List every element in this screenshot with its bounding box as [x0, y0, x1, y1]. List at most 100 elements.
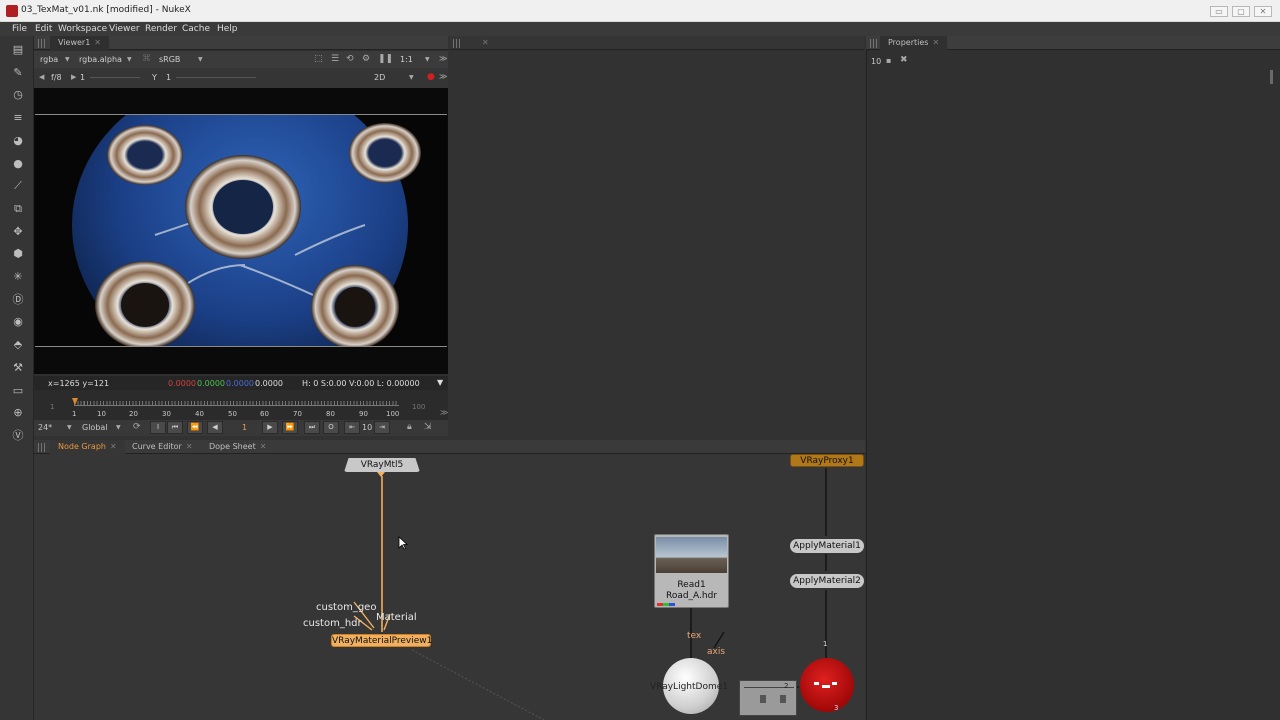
menu-workspace[interactable]: Workspace: [58, 24, 107, 34]
pane-grip-icon[interactable]: [870, 39, 877, 48]
close-tab-icon[interactable]: ✕: [186, 442, 193, 451]
link-icon[interactable]: ⌘: [142, 54, 151, 64]
gain-field[interactable]: 1: [80, 73, 85, 82]
menu-render[interactable]: Render: [145, 24, 177, 34]
image-icon[interactable]: ▤: [11, 43, 25, 57]
toolsets-icon[interactable]: ⚒: [11, 361, 25, 375]
more-icon[interactable]: ≫: [439, 72, 447, 81]
node-read1[interactable]: Read1 Road_A.hdr: [654, 534, 729, 608]
menu-viewer[interactable]: Viewer: [109, 24, 140, 34]
pane-grip-icon[interactable]: [38, 39, 45, 48]
skip-forward-button[interactable]: ⇥: [374, 421, 390, 434]
other-icon[interactable]: ▭: [11, 384, 25, 398]
lock-icon[interactable]: 🔒︎: [407, 422, 412, 432]
channels-dropdown[interactable]: rgba: [40, 55, 58, 64]
max-panels-field[interactable]: 10: [871, 57, 881, 66]
channel-icon[interactable]: ≡: [11, 111, 25, 125]
menu-cache[interactable]: Cache: [182, 24, 210, 34]
step-forward-button[interactable]: ⏩: [282, 421, 298, 434]
scope-dropdown[interactable]: Global: [82, 423, 108, 432]
filter-icon[interactable]: ●: [11, 157, 25, 171]
settings-icon[interactable]: ⚙: [362, 54, 370, 64]
tab-dope-sheet[interactable]: Dope Sheet ✕: [201, 440, 274, 454]
node-vraymaterialpreview1[interactable]: VRayMaterialPreview1: [331, 634, 432, 647]
triangle-down-icon[interactable]: ▼: [437, 378, 443, 387]
roi-icon[interactable]: ⬚: [314, 54, 323, 64]
time-icon[interactable]: ◷: [11, 88, 25, 102]
tick-60: 60: [260, 410, 269, 418]
last-frame-button[interactable]: ⏭: [304, 421, 320, 434]
particles-icon[interactable]: ✳: [11, 270, 25, 284]
gamma-field[interactable]: 1: [166, 73, 171, 82]
node-applymaterial1[interactable]: ApplyMaterial1: [790, 539, 864, 553]
node-scene[interactable]: [800, 658, 854, 712]
gamma-slider[interactable]: [176, 77, 256, 78]
close-button[interactable]: ✕: [1254, 6, 1272, 17]
step-back-button[interactable]: ◀: [207, 421, 223, 434]
in-point-button[interactable]: I: [150, 421, 166, 434]
close-tab-icon[interactable]: ✕: [94, 38, 101, 47]
tab-curve-editor[interactable]: Curve Editor ✕: [124, 440, 201, 454]
prev-key-button[interactable]: ⏪: [187, 421, 203, 434]
more-icon[interactable]: ≫: [439, 54, 447, 63]
node-applymaterial2[interactable]: ApplyMaterial2: [790, 574, 864, 588]
menu-file[interactable]: File: [12, 24, 27, 34]
colorspace-dropdown[interactable]: sRGB: [159, 55, 180, 64]
vray-icon[interactable]: Ⓥ: [11, 429, 25, 443]
minimize-panels-icon[interactable]: ▪: [886, 56, 891, 65]
node-vrayproxy1[interactable]: VRayProxy1: [790, 454, 864, 467]
close-tab-icon[interactable]: ✕: [932, 38, 939, 47]
timeline[interactable]: 1 1 10 20 30 40 50 60 70 80 90 100 100 ≫: [34, 390, 448, 420]
fstop-field[interactable]: f/8: [51, 73, 62, 82]
refresh-icon[interactable]: ⟲: [346, 54, 354, 64]
color-icon[interactable]: ◕: [11, 134, 25, 148]
first-frame-button[interactable]: ⏮: [167, 421, 183, 434]
zoom-dropdown[interactable]: 1:1: [400, 55, 413, 64]
tab-viewer1[interactable]: Viewer1 ✕: [50, 36, 109, 50]
close-tab-icon[interactable]: ✕: [110, 442, 117, 451]
more-icon[interactable]: ≫: [440, 408, 448, 417]
metadata-icon[interactable]: ⬘: [11, 338, 25, 352]
menu-help[interactable]: Help: [217, 24, 238, 34]
record-icon[interactable]: ●: [427, 72, 435, 82]
minimize-button[interactable]: ▭: [1210, 6, 1228, 17]
node-graph[interactable]: VRayMtl5 custom_geo custom_hdr Material …: [34, 454, 865, 720]
loop-icon[interactable]: ⟳: [133, 422, 141, 432]
maximize-button[interactable]: ▢: [1232, 6, 1250, 17]
play-button[interactable]: ▶: [262, 421, 278, 434]
bookmark-icon[interactable]: ⇲: [424, 422, 432, 432]
3d-icon[interactable]: ⬢: [11, 247, 25, 261]
skip-back-button[interactable]: ⇤: [344, 421, 360, 434]
deep-icon[interactable]: Ⓓ: [11, 293, 25, 307]
current-frame-field[interactable]: 1: [242, 423, 247, 432]
arrow-right-icon[interactable]: ▶: [71, 73, 76, 81]
tab-properties[interactable]: Properties ✕: [880, 36, 948, 50]
arrow-left-icon[interactable]: ◀: [39, 73, 44, 81]
fps-dropdown[interactable]: 24*: [38, 423, 52, 432]
menu-edit[interactable]: Edit: [35, 24, 52, 34]
merge-icon[interactable]: ⧉: [11, 202, 25, 216]
keyer-icon[interactable]: ⟋: [11, 179, 25, 193]
draw-icon[interactable]: ✎: [11, 66, 25, 80]
pause-icon[interactable]: ❚❚: [378, 54, 393, 64]
node-vraymtl5[interactable]: VRayMtl5: [344, 458, 420, 472]
lines-icon[interactable]: ☰: [331, 54, 339, 64]
gain-slider[interactable]: [90, 77, 140, 78]
clear-panels-icon[interactable]: ✖: [900, 55, 908, 65]
input-custom-hdr: custom_hdr: [303, 618, 362, 629]
step-increment-field[interactable]: 10: [362, 423, 372, 432]
tick-20: 20: [129, 410, 138, 418]
close-tab-icon[interactable]: ✕: [482, 38, 489, 47]
pane-grip-icon[interactable]: [453, 39, 460, 48]
view-mode-dropdown[interactable]: 2D: [374, 73, 385, 82]
views-icon[interactable]: ◉: [11, 315, 25, 329]
properties-scroll-handle[interactable]: [1270, 70, 1273, 84]
out-point-button[interactable]: O: [323, 421, 339, 434]
tab-node-graph[interactable]: Node Graph ✕: [50, 440, 125, 454]
close-tab-icon[interactable]: ✕: [260, 442, 267, 451]
transform-icon[interactable]: ✥: [11, 225, 25, 239]
furnace-icon[interactable]: ⊕: [11, 406, 25, 420]
alpha-dropdown[interactable]: rgba.alpha: [79, 55, 122, 64]
pane-grip-icon[interactable]: [38, 443, 45, 452]
playhead[interactable]: [72, 398, 78, 405]
